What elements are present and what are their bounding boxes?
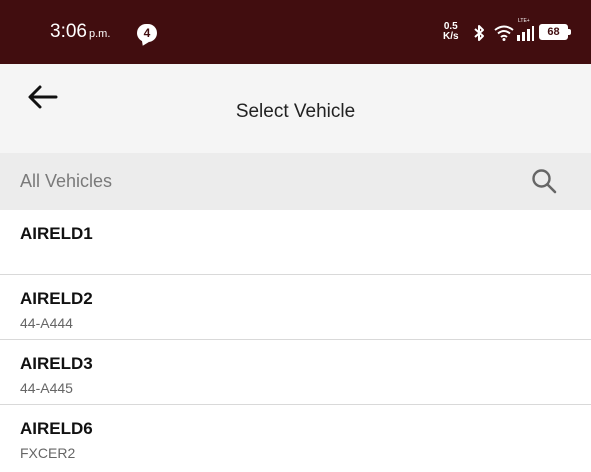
search-icon[interactable] bbox=[531, 168, 557, 194]
vehicle-name: AIRELD1 bbox=[20, 224, 93, 243]
search-input[interactable] bbox=[0, 153, 520, 210]
network-speed: 0.5 K/s bbox=[443, 22, 459, 42]
vehicle-name: AIRELD2 bbox=[20, 289, 93, 308]
vehicle-plate: 44-A444 bbox=[20, 315, 73, 331]
status-time-ampm: p.m. bbox=[88, 28, 111, 40]
vehicle-list-item[interactable]: AIRELD1 bbox=[0, 210, 591, 275]
vehicle-name: AIRELD6 bbox=[20, 419, 93, 438]
vehicle-list-item[interactable]: AIRELD6 FXCER2 bbox=[0, 405, 591, 470]
network-type-label: LTE+ bbox=[518, 18, 530, 24]
network-speed-unit: K/s bbox=[443, 31, 459, 42]
cell-signal-icon: LTE+ bbox=[516, 18, 534, 47]
vehicle-list-item[interactable]: AIRELD3 44-A445 bbox=[0, 340, 591, 405]
vehicle-list: AIRELD1 AIRELD2 44-A444 AIRELD3 44-A445 … bbox=[0, 210, 591, 470]
vehicle-list-item[interactable]: AIRELD2 44-A444 bbox=[0, 275, 591, 340]
bluetooth-icon bbox=[474, 25, 484, 41]
page-title: Select Vehicle bbox=[235, 101, 356, 122]
battery-icon: 68 bbox=[539, 24, 571, 40]
status-bar: 3:06 p.m. 4 0.5 K/s LTE+ 68 bbox=[0, 0, 591, 64]
status-time: 3:06 p.m. bbox=[50, 21, 110, 43]
notification-badge-icon: 4 bbox=[137, 24, 157, 42]
vehicle-plate: FXCER2 bbox=[20, 445, 76, 461]
vehicle-plate: 44-A445 bbox=[20, 380, 73, 396]
app-header: Select Vehicle bbox=[0, 64, 591, 153]
search-bar bbox=[0, 153, 591, 210]
vehicle-name: AIRELD3 bbox=[20, 354, 93, 373]
wifi-icon bbox=[494, 25, 514, 41]
status-time-value: 3:06 bbox=[50, 21, 87, 42]
